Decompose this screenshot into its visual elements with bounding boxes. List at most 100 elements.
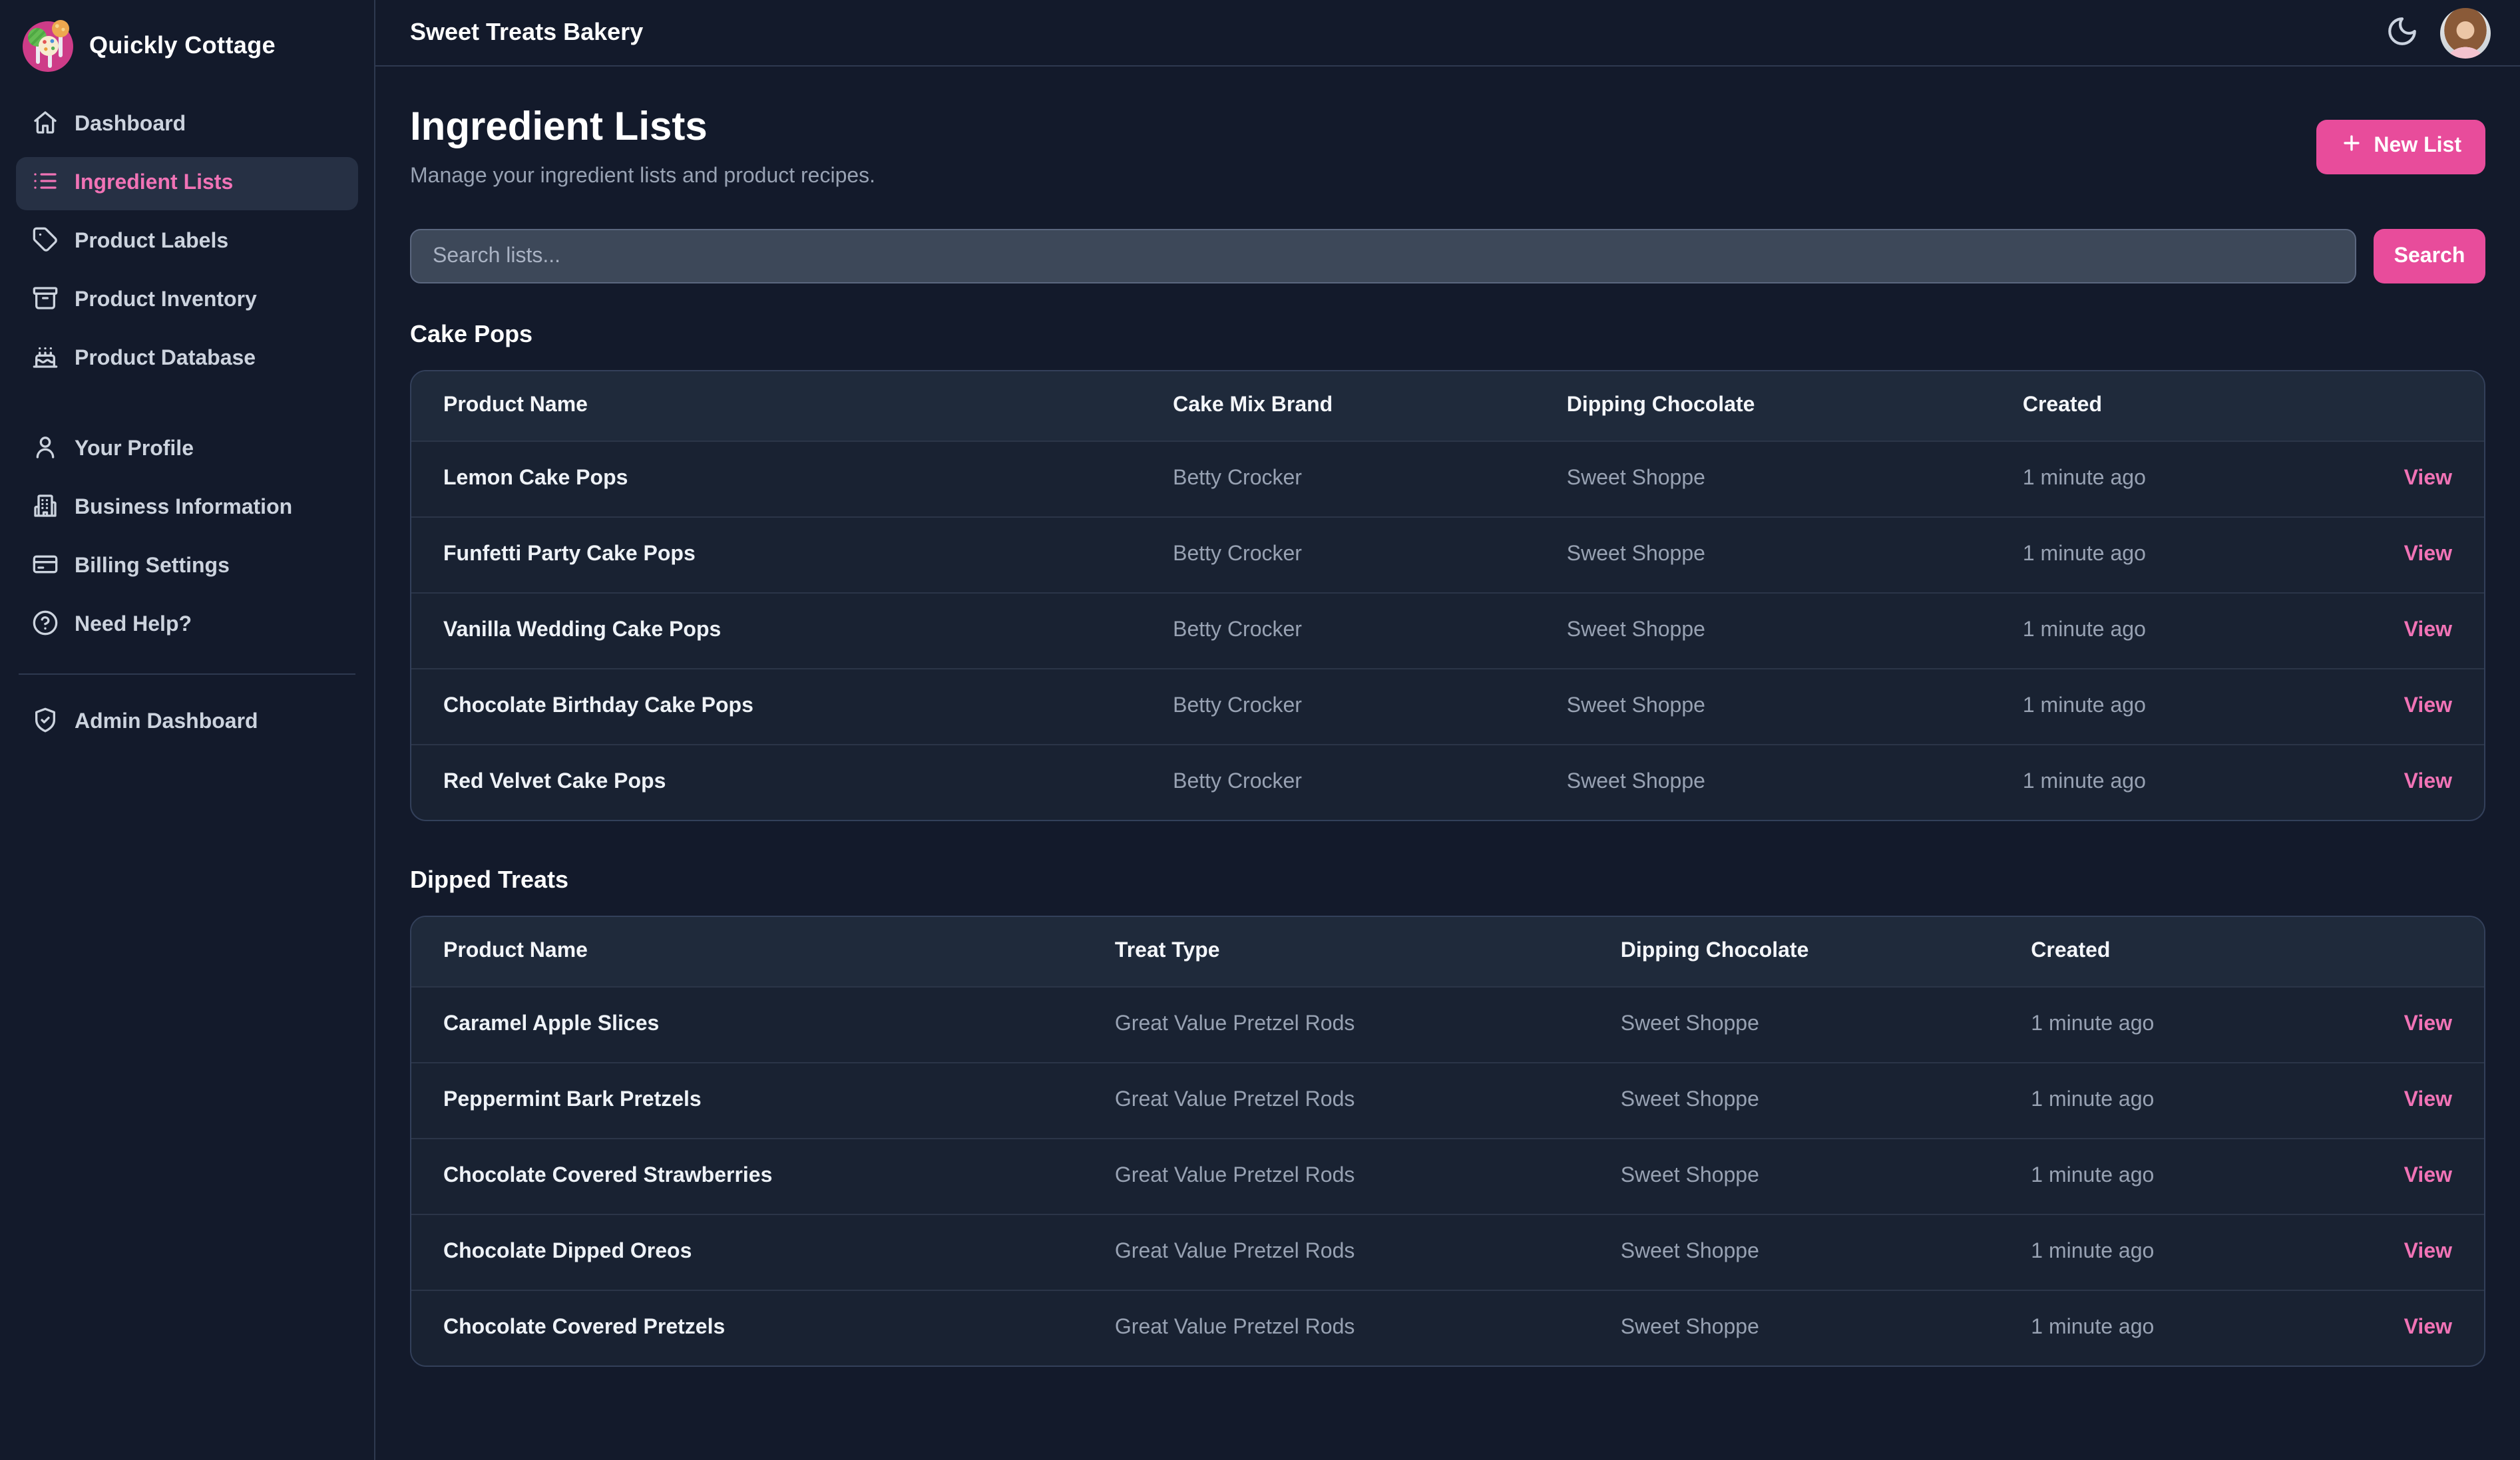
user-avatar[interactable] [2440,7,2491,58]
sidebar-item-product-inventory[interactable]: Product Inventory [16,274,358,327]
sidebar-divider [19,673,355,675]
credit-card-icon [32,550,59,584]
chocolate-cell: Sweet Shoppe [1535,745,1991,820]
column-header: Dipping Chocolate [1589,917,1999,987]
sidebar-item-your-profile[interactable]: Your Profile [16,423,358,476]
created-cell: 1 minute ago [1991,745,2343,820]
view-link[interactable]: View [2404,1165,2452,1187]
brand-cell: Betty Crocker [1141,669,1535,745]
table-row: Chocolate Covered Strawberries Great Val… [411,1139,2484,1214]
chocolate-cell: Sweet Shoppe [1589,987,1999,1063]
created-cell: 1 minute ago [1991,669,2343,745]
archive-icon [32,284,59,317]
product-name-cell: Chocolate Birthday Cake Pops [411,669,1141,745]
view-link[interactable]: View [2404,1316,2452,1339]
section-title: Dipped Treats [410,866,2485,894]
list-icon [32,167,59,200]
view-link[interactable]: View [2404,543,2452,566]
product-name-cell: Peppermint Bark Pretzels [411,1063,1083,1139]
sidebar-item-label: Billing Settings [75,555,230,579]
cake-icon [32,343,59,376]
home-icon [32,108,59,142]
sidebar-item-need-help[interactable]: Need Help? [16,599,358,652]
topbar: Sweet Treats Bakery [375,0,2520,67]
column-header: Cake Mix Brand [1141,371,1535,441]
created-cell: 1 minute ago [1999,1214,2330,1290]
column-header: Created [1991,371,2343,441]
chocolate-cell: Sweet Shoppe [1535,669,1991,745]
created-cell: 1 minute ago [1991,517,2343,593]
chocolate-cell: Sweet Shoppe [1535,517,1991,593]
sidebar-item-label: Product Inventory [75,289,257,313]
treat-type-cell: Great Value Pretzel Rods [1083,1139,1589,1214]
created-cell: 1 minute ago [1999,1290,2330,1366]
sidebar-item-ingredient-lists[interactable]: Ingredient Lists [16,157,358,210]
moon-icon [2385,14,2418,51]
column-header: Product Name [411,917,1083,987]
section-cake-pops: Cake Pops Product Name Cake Mix Brand Di… [410,321,2485,821]
view-link[interactable]: View [2404,619,2452,641]
brand-cell: Betty Crocker [1141,745,1535,820]
brand: Quickly Cottage [0,0,374,88]
chocolate-cell: Sweet Shoppe [1589,1214,1999,1290]
sidebar-item-label: Ingredient Lists [75,172,233,196]
view-link[interactable]: View [2404,695,2452,717]
view-link[interactable]: View [2404,467,2452,490]
actions-column-header [2343,371,2484,441]
search-button[interactable]: Search [2374,229,2485,283]
view-link[interactable]: View [2404,1013,2452,1035]
product-name-cell: Caramel Apple Slices [411,987,1083,1063]
created-cell: 1 minute ago [1991,593,2343,669]
product-name-cell: Funfetti Party Cake Pops [411,517,1141,593]
sidebar-item-label: Business Information [75,496,292,520]
table-row: Vanilla Wedding Cake Pops Betty Crocker … [411,593,2484,669]
column-header: Treat Type [1083,917,1589,987]
sidebar-item-dashboard[interactable]: Dashboard [16,98,358,152]
user-icon [32,433,59,466]
page-title: Ingredient Lists [410,104,875,152]
theme-toggle-button[interactable] [2382,13,2421,53]
chocolate-cell: Sweet Shoppe [1589,1290,1999,1366]
new-list-button[interactable]: New List [2316,119,2485,174]
sidebar-secondary-group: Your Profile Business Information Billin… [16,423,358,652]
view-link[interactable]: View [2404,771,2452,793]
table-row: Caramel Apple Slices Great Value Pretzel… [411,987,2484,1063]
sidebar-item-business-information[interactable]: Business Information [16,482,358,535]
search-input[interactable] [410,229,2356,283]
product-name-cell: Red Velvet Cake Pops [411,745,1141,820]
product-name-cell: Vanilla Wedding Cake Pops [411,593,1141,669]
sidebar-item-admin-dashboard[interactable]: Admin Dashboard [16,696,358,749]
column-header: Created [1999,917,2330,987]
sidebar-item-label: Dashboard [75,113,186,137]
sidebar-item-billing-settings[interactable]: Billing Settings [16,540,358,594]
shield-check-icon [32,706,59,739]
table-header-row: Product Name Treat Type Dipping Chocolat… [411,917,2484,987]
app-window: Quickly Cottage Dashboard Ingredient Lis… [0,0,2520,1460]
table-row: Chocolate Covered Pretzels Great Value P… [411,1290,2484,1366]
cake-pops-table: Product Name Cake Mix Brand Dipping Choc… [411,371,2484,820]
treat-type-cell: Great Value Pretzel Rods [1083,1063,1589,1139]
chocolate-cell: Sweet Shoppe [1535,593,1991,669]
product-name-cell: Chocolate Covered Pretzels [411,1290,1083,1366]
chocolate-cell: Sweet Shoppe [1589,1139,1999,1214]
help-circle-icon [32,609,59,642]
brand-cell: Betty Crocker [1141,517,1535,593]
page-content: Ingredient Lists Manage your ingredient … [375,67,2520,1367]
cake-pops-logo-icon [21,19,75,72]
section-dipped-treats: Dipped Treats Product Name Treat Type Di… [410,866,2485,1367]
sidebar-item-product-database[interactable]: Product Database [16,333,358,386]
search-bar: Search [410,229,2485,283]
view-link[interactable]: View [2404,1240,2452,1263]
table-row: Chocolate Dipped Oreos Great Value Pretz… [411,1214,2484,1290]
view-link[interactable]: View [2404,1089,2452,1111]
product-name-cell: Chocolate Covered Strawberries [411,1139,1083,1214]
sidebar-item-label: Product Labels [75,230,228,254]
page-header-text: Ingredient Lists Manage your ingredient … [410,104,875,189]
chocolate-cell: Sweet Shoppe [1589,1063,1999,1139]
actions-column-header [2331,917,2485,987]
treat-type-cell: Great Value Pretzel Rods [1083,1290,1589,1366]
dipped-treats-table: Product Name Treat Type Dipping Chocolat… [411,917,2484,1366]
app-title: Quickly Cottage [89,31,276,59]
sidebar-item-product-labels[interactable]: Product Labels [16,216,358,269]
column-header: Dipping Chocolate [1535,371,1991,441]
